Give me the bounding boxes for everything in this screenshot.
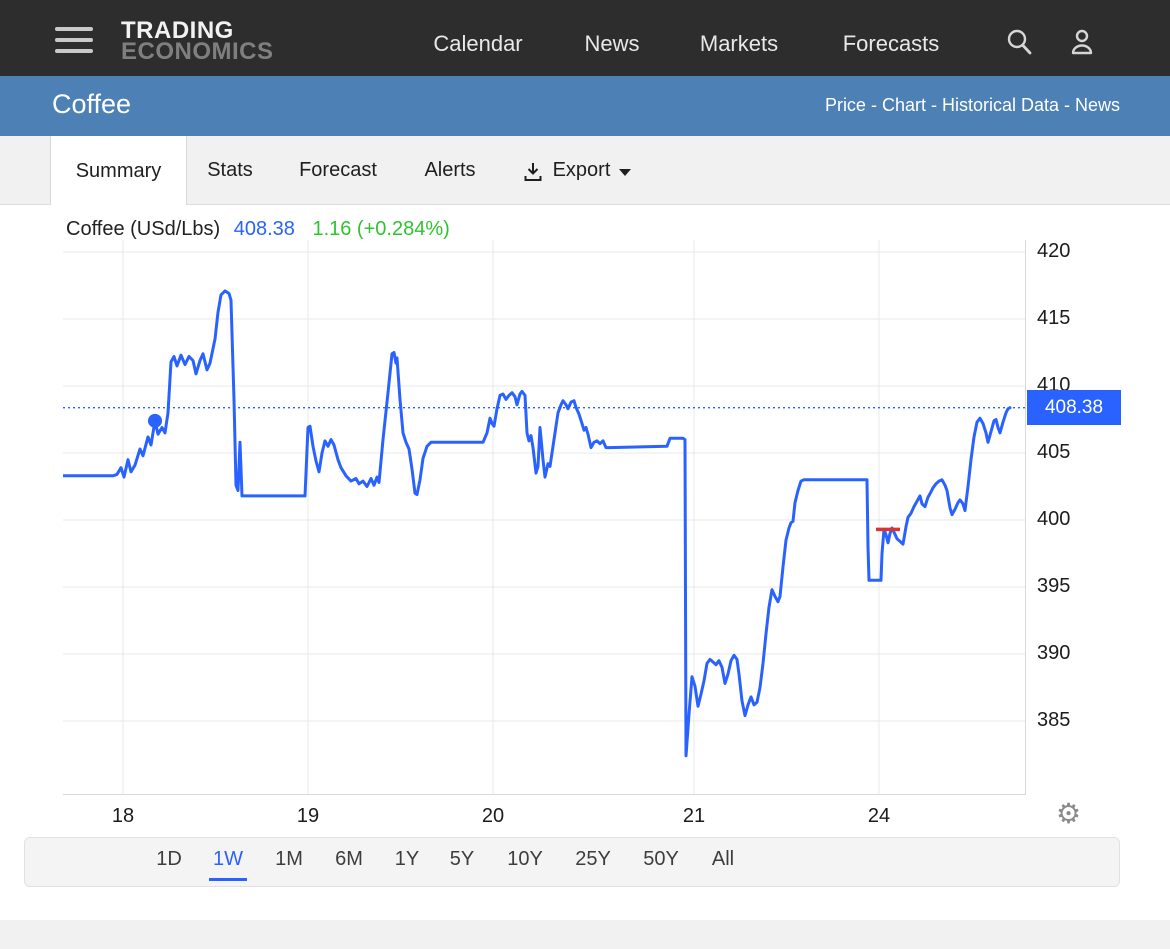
commodity-header: Coffee Price - Chart - Historical Data -…: [0, 76, 1170, 136]
chart-settings-gear-icon[interactable]: ⚙: [1056, 797, 1081, 830]
range-selector-bar: 1D 1W 1M 6M 1Y 5Y 10Y 25Y 50Y All: [24, 837, 1120, 887]
x-tick-18: 18: [112, 805, 134, 828]
quote-name: Coffee (USd/Lbs): [66, 218, 220, 240]
data-point-marker: [148, 414, 162, 428]
logo-line2: ECONOMICS: [121, 41, 274, 62]
tab-export-label: Export: [553, 159, 611, 182]
tab-summary[interactable]: Summary: [50, 136, 187, 206]
footer-band: [0, 920, 1170, 949]
range-1w[interactable]: 1W: [209, 848, 247, 881]
range-25y[interactable]: 25Y: [571, 848, 615, 878]
price-line: [63, 291, 1010, 756]
y-tick-420: 420: [1037, 240, 1107, 263]
y-tick-400: 400: [1037, 508, 1107, 531]
x-tick-21: 21: [683, 805, 705, 828]
range-1m[interactable]: 1M: [271, 848, 307, 878]
y-tick-385: 385: [1037, 709, 1107, 732]
quote-change: 1.16 (+0.284%): [312, 218, 449, 240]
y-tick-415: 415: [1037, 307, 1107, 330]
x-tick-19: 19: [297, 805, 319, 828]
nav-link-news[interactable]: News: [584, 31, 639, 57]
y-tick-390: 390: [1037, 642, 1107, 665]
range-5y[interactable]: 5Y: [446, 848, 478, 878]
range-1y[interactable]: 1Y: [391, 848, 423, 878]
nav-link-markets[interactable]: Markets: [700, 31, 778, 57]
chart-section: Coffee (USd/Lbs) 408.38 1.16 (+0.284%) 4…: [0, 205, 1170, 835]
y-tick-395: 395: [1037, 575, 1107, 598]
range-1d[interactable]: 1D: [152, 848, 186, 878]
top-nav: TRADING ECONOMICS Calendar News Markets For…: [0, 0, 1170, 76]
tab-alerts[interactable]: Alerts: [405, 136, 495, 205]
price-line-chart[interactable]: [63, 240, 1026, 795]
tab-strip: SummaryStatsForecastAlerts Export: [0, 136, 1170, 205]
logo[interactable]: TRADING ECONOMICS: [121, 20, 274, 62]
x-tick-24: 24: [868, 805, 890, 828]
tab-export[interactable]: Export: [496, 136, 656, 205]
nav-link-forecasts[interactable]: Forecasts: [843, 31, 940, 57]
range-10y[interactable]: 10Y: [503, 848, 547, 878]
tab-stats[interactable]: Stats: [190, 136, 270, 205]
quote-price: 408.38: [234, 218, 295, 240]
range-all[interactable]: All: [708, 848, 738, 878]
header-section-links[interactable]: Price - Chart - Historical Data - News: [825, 95, 1120, 116]
nav-link-calendar[interactable]: Calendar: [433, 31, 522, 57]
user-account-icon[interactable]: [1067, 27, 1097, 57]
quote-header: Coffee (USd/Lbs) 408.38 1.16 (+0.284%): [66, 218, 450, 241]
download-icon: [521, 160, 545, 184]
page-title: Coffee: [52, 89, 131, 120]
range-50y[interactable]: 50Y: [639, 848, 683, 878]
range-6m[interactable]: 6M: [331, 848, 367, 878]
y-tick-405: 405: [1037, 441, 1107, 464]
tab-forecast[interactable]: Forecast: [278, 136, 398, 205]
chevron-down-icon: [619, 169, 631, 176]
search-icon[interactable]: [1004, 27, 1034, 57]
page: TRADING ECONOMICS Calendar News Markets For…: [0, 0, 1170, 949]
x-tick-20: 20: [482, 805, 504, 828]
hamburger-menu-icon[interactable]: [55, 27, 93, 53]
current-price-badge: 408.38: [1027, 390, 1121, 425]
